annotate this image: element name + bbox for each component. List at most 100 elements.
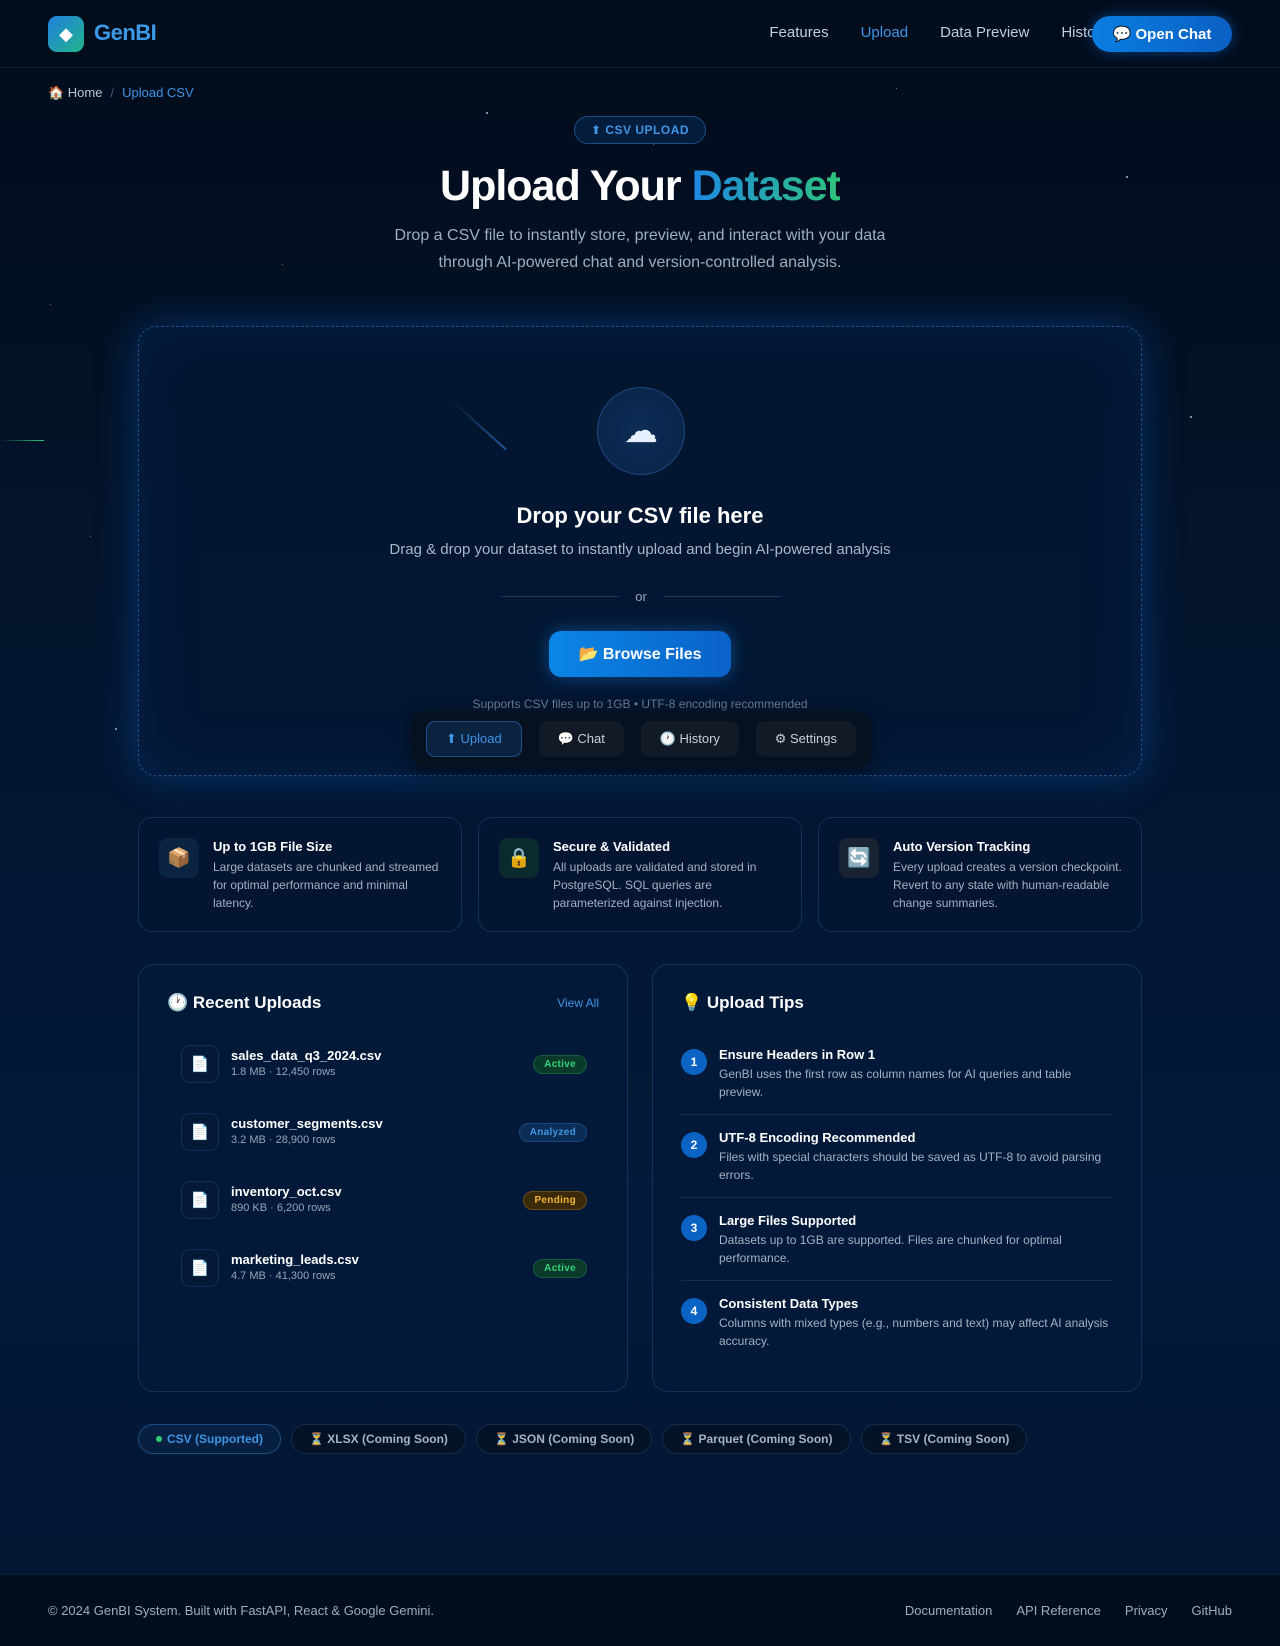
recent-uploads-title: 🕐 Recent Uploads — [167, 993, 322, 1012]
divider — [681, 1197, 1113, 1198]
format-pills: CSV (Supported) ⏳ XLSX (Coming Soon) ⏳ J… — [138, 1424, 1028, 1454]
file-name: sales_data_q3_2024.csv — [231, 1048, 382, 1063]
nav-link-features[interactable]: Features — [769, 24, 828, 41]
tip-desc: Files with special characters should be … — [719, 1150, 1102, 1182]
cloud-upload-icon: ☁ — [597, 387, 685, 475]
top-nav: ◆ GenBI Features Upload Data Preview His… — [0, 0, 1280, 68]
upload-item[interactable]: 📄 sales_data_q3_2024.csv 1.8 MB · 12,450… — [181, 1043, 587, 1083]
tip-desc: Columns with mixed types (e.g., numbers … — [719, 1316, 1109, 1348]
star — [653, 144, 654, 145]
breadcrumb: 🏠 Home / Upload CSV — [48, 85, 194, 101]
tab-upload[interactable]: ⬆ Upload — [426, 721, 522, 757]
file-meta: 4.7 MB · 41,300 rows — [231, 1270, 336, 1282]
format-pill-xlsx[interactable]: ⏳ XLSX (Coming Soon) — [291, 1424, 466, 1454]
csv-upload-badge: ⬆ CSV UPLOAD — [574, 116, 706, 144]
refresh-icon: 🔄 — [839, 838, 879, 878]
tab-settings[interactable]: ⚙ Settings — [755, 721, 856, 757]
or-divider: or — [501, 589, 781, 604]
feature-card-versioning: 🔄 Auto Version Tracking Every upload cre… — [818, 817, 1142, 932]
upload-item[interactable]: 📄 inventory_oct.csv 890 KB · 6,200 rows … — [181, 1179, 587, 1219]
footer-link-github[interactable]: GitHub — [1192, 1603, 1232, 1618]
status-badge: Active — [533, 1055, 587, 1074]
dropzone-tab-bar: ⬆ Upload 💬 Chat 🕐 History ⚙ Settings — [411, 711, 871, 767]
file-meta: 1.8 MB · 12,450 rows — [231, 1066, 336, 1078]
dropzone-title: Drop your CSV file here — [516, 503, 764, 528]
star — [1190, 416, 1192, 418]
status-dot-icon — [156, 1436, 162, 1442]
upload-item[interactable]: 📄 marketing_leads.csv 4.7 MB · 41,300 ro… — [181, 1247, 587, 1287]
or-label: or — [635, 589, 647, 604]
tip-number: 3 — [681, 1215, 707, 1241]
file-meta: 3.2 MB · 28,900 rows — [231, 1134, 336, 1146]
tip-title: UTF-8 Encoding Recommended — [719, 1130, 916, 1145]
tip-number: 2 — [681, 1132, 707, 1158]
tip-desc: GenBI uses the first row as column names… — [719, 1067, 1072, 1099]
feature-title: Auto Version Tracking — [893, 839, 1031, 854]
star — [50, 304, 51, 305]
format-pill-tsv[interactable]: ⏳ TSV (Coming Soon) — [860, 1424, 1028, 1454]
lock-icon: 🔒 — [499, 838, 539, 878]
star — [282, 264, 283, 265]
upload-tips-title: 💡 Upload Tips — [681, 993, 804, 1012]
csv-dropzone[interactable]: ☁ Drop your CSV file here Drag & drop yo… — [138, 326, 1142, 776]
browse-files-button[interactable]: 📂 Browse Files — [549, 631, 731, 677]
status-badge: Analyzed — [518, 1123, 587, 1142]
nav-link-upload[interactable]: Upload — [861, 24, 909, 41]
page-title-plain: Upload Your — [440, 162, 682, 210]
tip-title: Large Files Supported — [719, 1213, 857, 1228]
file-name: inventory_oct.csv — [231, 1184, 342, 1199]
footer-link-api-reference[interactable]: API Reference — [1016, 1603, 1101, 1618]
feature-desc: All uploads are validated and stored in … — [553, 860, 757, 910]
file-name: marketing_leads.csv — [231, 1252, 359, 1267]
nav-links: Features Upload Data Preview History — [769, 24, 1108, 41]
dropzone-subtitle: Drag & drop your dataset to instantly up… — [389, 541, 891, 558]
open-chat-button[interactable]: 💬 Open Chat — [1092, 16, 1232, 52]
decorative-streak — [450, 399, 507, 451]
star — [896, 88, 897, 89]
upload-tips-panel: 💡 Upload Tips 1 Ensure Headers in Row 1 … — [652, 964, 1142, 1392]
feature-desc: Every upload creates a version checkpoin… — [893, 860, 1122, 910]
tip-number: 4 — [681, 1298, 707, 1324]
breadcrumb-home[interactable]: 🏠 Home — [48, 85, 102, 101]
tip-desc: Datasets up to 1GB are supported. Files … — [719, 1233, 1062, 1265]
divider — [681, 1280, 1113, 1281]
view-all-link[interactable]: View All — [557, 996, 599, 1010]
feature-card-security: 🔒 Secure & Validated All uploads are val… — [478, 817, 802, 932]
tip-title: Consistent Data Types — [719, 1296, 859, 1311]
nav-link-data-preview[interactable]: Data Preview — [940, 24, 1029, 41]
file-icon: 📄 — [181, 1181, 219, 1219]
feature-title: Secure & Validated — [553, 839, 671, 854]
file-icon: 📄 — [181, 1045, 219, 1083]
footer-links: Documentation API Reference Privacy GitH… — [905, 1603, 1232, 1618]
feature-title: Up to 1GB File Size — [213, 839, 333, 854]
format-pill-json[interactable]: ⏳ JSON (Coming Soon) — [475, 1424, 653, 1454]
page-title: Upload Your Dataset — [0, 162, 1280, 211]
tip-number: 1 — [681, 1049, 707, 1075]
format-pill-parquet[interactable]: ⏳ Parquet (Coming Soon) — [662, 1424, 851, 1454]
status-badge: Active — [533, 1259, 587, 1278]
star — [486, 112, 488, 114]
feature-card-file-size: 📦 Up to 1GB File Size Large datasets are… — [138, 817, 462, 932]
star — [115, 728, 117, 730]
page-subtitle: Drop a CSV file to instantly store, prev… — [394, 227, 886, 271]
breadcrumb-separator: / — [110, 85, 115, 100]
tip-title: Ensure Headers in Row 1 — [719, 1047, 876, 1062]
shooting-star — [0, 440, 44, 441]
footer-copyright: © 2024 GenBI System. Built with FastAPI,… — [48, 1603, 435, 1618]
format-pill-csv[interactable]: CSV (Supported) — [138, 1424, 281, 1454]
breadcrumb-current: Upload CSV — [122, 85, 194, 100]
divider — [681, 1114, 1113, 1115]
brand-name[interactable]: GenBI — [94, 20, 157, 46]
format-label: CSV (Supported) — [167, 1432, 263, 1446]
page-title-accent: Dataset — [691, 162, 841, 210]
upload-item[interactable]: 📄 customer_segments.csv 3.2 MB · 28,900 … — [181, 1111, 587, 1151]
footer-link-privacy[interactable]: Privacy — [1125, 1603, 1168, 1618]
status-badge: Pending — [523, 1191, 587, 1210]
tab-chat[interactable]: 💬 Chat — [538, 721, 624, 757]
logo-icon[interactable]: ◆ — [48, 16, 84, 52]
package-icon: 📦 — [159, 838, 199, 878]
tab-history[interactable]: 🕐 History — [640, 721, 739, 757]
file-meta: 890 KB · 6,200 rows — [231, 1202, 331, 1214]
footer-link-documentation[interactable]: Documentation — [905, 1603, 992, 1618]
feature-desc: Large datasets are chunked and streamed … — [213, 860, 439, 910]
